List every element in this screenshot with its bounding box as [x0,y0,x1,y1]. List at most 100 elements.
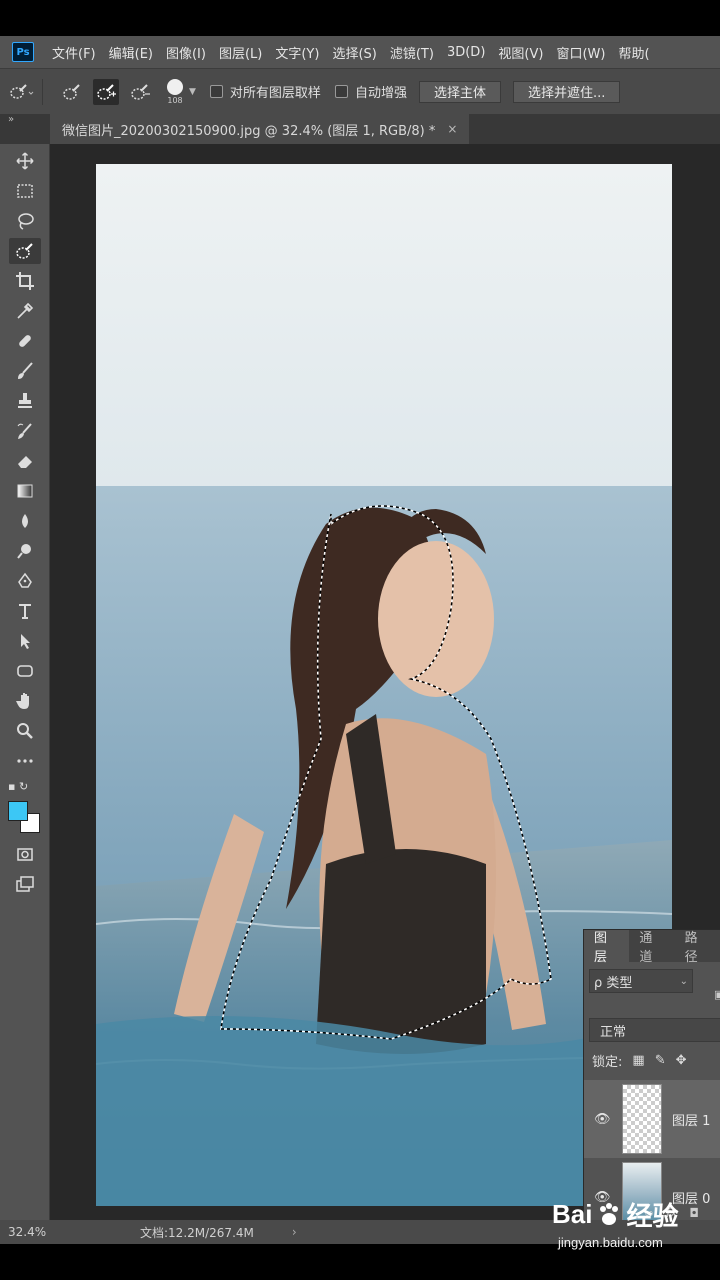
screen-mode-icon [16,876,34,892]
eyedropper-icon [17,302,34,319]
quick-mask-icon [17,848,33,861]
new-selection-mode[interactable] [59,79,85,105]
menu-layer[interactable]: 图层(L) [219,43,262,62]
auto-enhance-checkbox[interactable] [334,85,348,98]
lock-transparency-icon[interactable]: ▦ [632,1053,644,1068]
shape-tool[interactable] [9,658,41,684]
quick-selection-icon [16,243,33,259]
history-brush-tool[interactable] [9,418,41,444]
menu-view[interactable]: 视图(V) [498,43,543,62]
dodge-icon [17,544,31,559]
blur-tool[interactable] [9,508,41,534]
document-tab[interactable]: 微信图片_20200302150900.jpg @ 32.4% (图层 1, R… [50,114,470,144]
quick-selection-tool[interactable] [9,238,41,264]
filter-image-icon[interactable]: ▣ [714,988,720,1001]
photoshop-logo-icon[interactable]: Ps [12,42,34,62]
menu-select[interactable]: 选择(S) [332,43,376,62]
clone-stamp-tool[interactable] [9,388,41,414]
eraser-tool[interactable] [9,448,41,474]
menu-help[interactable]: 帮助( [618,43,649,62]
sample-all-layers-checkbox[interactable] [209,85,223,98]
menu-image[interactable]: 图像(I) [166,43,206,62]
quick-selection-icon [10,83,34,99]
zoom-tool[interactable] [9,718,41,744]
brush-tool[interactable] [9,358,41,384]
collapse-panel-icon[interactable]: » [8,114,14,125]
subtract-selection-icon [131,83,150,100]
blend-mode-select[interactable]: 正常 [589,1018,720,1042]
quick-mask-button[interactable] [9,841,41,867]
dodge-tool[interactable] [9,538,41,564]
healing-brush-tool[interactable] [9,328,41,354]
pen-tool[interactable] [9,568,41,594]
layer-filter-value: ρ 类型 [594,975,633,991]
status-menu-arrow[interactable]: › [292,1225,297,1239]
document-tab-bar: » 微信图片_20200302150900.jpg @ 32.4% (图层 1,… [0,114,720,144]
tab-layers[interactable]: 图层 [584,930,630,965]
hand-tool[interactable] [9,688,41,714]
menu-edit[interactable]: 编辑(E) [109,43,153,62]
layer-row[interactable]: 👁 图层 1 [584,1080,720,1158]
tab-channels[interactable]: 通道 [629,930,674,965]
add-to-selection-mode[interactable] [93,78,119,105]
chevron-down-icon[interactable]: ▼ [189,87,196,97]
shape-icon [17,665,33,677]
eraser-icon [18,456,32,468]
crop-icon [16,272,34,290]
tool-preset-picker[interactable] [8,79,34,105]
menu-bar: Ps 文件(F) 编辑(E) 图像(I) 图层(L) 文字(Y) 选择(S) 滤… [0,36,720,68]
menu-file[interactable]: 文件(F) [52,43,96,62]
healing-brush-icon [19,335,31,347]
blur-icon [22,514,28,528]
lasso-icon [18,213,34,230]
layers-panel: 图层 通道 路径 ρ 类型 ⌄ ▣ 正常 锁定: ▦ ✎ ✥ 👁 图层 1 👁 … [583,929,720,1232]
lasso-tool[interactable] [9,208,41,234]
swap-colors-icon[interactable]: ▪ ↻ [8,780,28,793]
subtract-from-selection-mode[interactable] [127,79,153,105]
menu-3d[interactable]: 3D(D) [447,45,485,60]
tab-paths[interactable]: 路径 [675,930,720,965]
document-tab-title: 微信图片_20200302150900.jpg @ 32.4% (图层 1, R… [62,123,436,139]
quick-selection-icon [63,83,80,100]
lock-position-icon[interactable]: ✥ [676,1053,687,1068]
lock-pixels-icon[interactable]: ✎ [655,1053,666,1068]
add-selection-icon [97,83,116,100]
close-icon[interactable]: × [447,122,457,136]
menu-type[interactable]: 文字(Y) [275,43,319,62]
brush-tip-icon [167,78,183,95]
layer-name: 图层 1 [672,1113,711,1129]
path-selection-icon [21,634,30,649]
marquee-tool[interactable] [9,178,41,204]
lock-label: 锁定: [592,1055,623,1070]
marquee-icon [17,184,33,198]
zoom-level[interactable]: 32.4% [8,1225,62,1239]
eye-icon[interactable]: 👁 [594,1112,614,1127]
brush-size-picker[interactable]: 108 [167,78,183,105]
select-and-mask-button[interactable]: 选择并遮住... [512,80,621,103]
type-tool[interactable] [9,598,41,624]
options-bar: 108 ▼ 对所有图层取样 自动增强 选择主体 选择并遮住... [0,68,720,114]
more-tools[interactable] [9,748,41,774]
move-tool[interactable] [9,148,41,174]
crop-tool[interactable] [9,268,41,294]
chevron-down-icon: ⌄ [679,975,688,987]
baidu-jingyan-watermark: Bai 经验 jingyan.baidu.com [552,1196,720,1266]
select-subject-button[interactable]: 选择主体 [418,80,501,103]
gradient-tool[interactable] [9,478,41,504]
document-size: 文档:12.2M/267.4M [140,1225,254,1240]
zoom-icon [17,723,33,739]
type-icon [19,604,31,619]
layer-filter-select[interactable]: ρ 类型 ⌄ [589,969,693,993]
foreground-color-swatch[interactable] [8,801,28,821]
menu-filter[interactable]: 滤镜(T) [390,43,434,62]
path-selection-tool[interactable] [9,628,41,654]
brush-icon [18,362,33,379]
watermark-brand-right: 经验 [626,1201,679,1231]
hand-icon [16,693,29,709]
screen-mode-button[interactable] [9,871,41,897]
eyedropper-tool[interactable] [9,298,41,324]
menu-window[interactable]: 窗口(W) [556,43,605,62]
auto-enhance-label: 自动增强 [354,86,407,101]
watermark-brand-left: Bai [552,1199,593,1229]
history-brush-icon [17,423,32,439]
